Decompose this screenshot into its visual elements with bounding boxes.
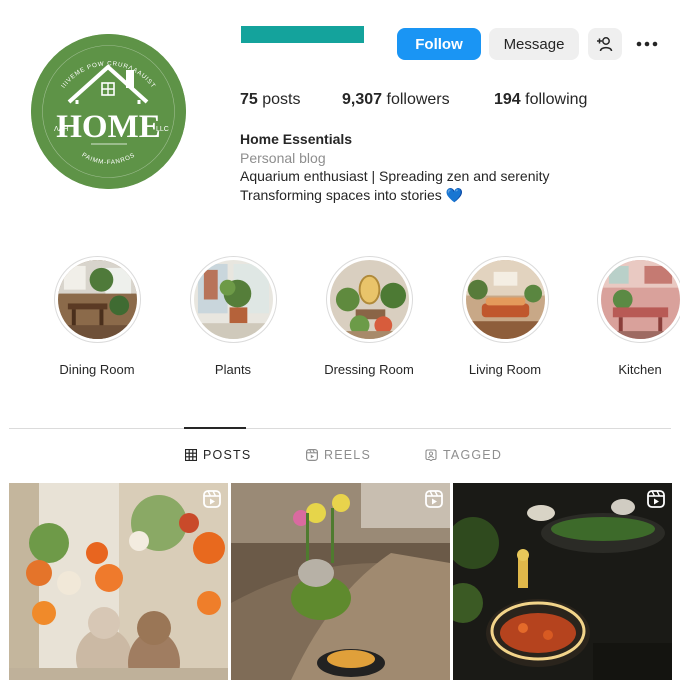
highlight-kitchen[interactable]: Kitchen bbox=[570, 256, 680, 377]
highlight-dressing-room[interactable]: Dressing Room bbox=[299, 256, 439, 377]
highlight-thumbnail bbox=[465, 260, 545, 339]
post-tile[interactable] bbox=[453, 483, 672, 680]
tagged-icon bbox=[425, 449, 437, 461]
profile-bio: Home Essentials Personal blog Aquarium e… bbox=[240, 130, 550, 204]
bio-line-2-text: Transforming spaces into stories bbox=[240, 186, 442, 203]
highlight-plants[interactable]: Plants bbox=[163, 256, 303, 377]
followers-label: followers bbox=[386, 91, 450, 108]
more-options-button[interactable] bbox=[630, 32, 664, 56]
highlight-dining-room[interactable]: Dining Room bbox=[27, 256, 167, 377]
grid-icon bbox=[185, 449, 197, 461]
highlight-label: Living Room bbox=[468, 362, 542, 377]
avatar-logo-text: HOME bbox=[56, 109, 161, 145]
post-tile[interactable] bbox=[231, 483, 450, 680]
tab-tagged-label: TAGGED bbox=[443, 448, 503, 462]
reel-badge-icon bbox=[203, 490, 221, 508]
avatar-side-left-text: ɅɅH bbox=[54, 126, 68, 133]
profile-name: Home Essentials bbox=[240, 131, 353, 147]
tab-reels-label: REELS bbox=[324, 448, 371, 462]
tabs-divider bbox=[9, 428, 671, 429]
reel-badge-icon bbox=[647, 490, 665, 508]
add-user-icon bbox=[597, 37, 613, 52]
posts-count: 75 bbox=[240, 91, 258, 108]
reel-badge-icon bbox=[425, 490, 443, 508]
profile-avatar[interactable]: HOME ɅɅH LLC IIIVEME POW CRURɅAAUIST PAI… bbox=[31, 34, 186, 189]
follow-button[interactable]: Follow bbox=[397, 28, 481, 60]
highlight-thumbnail bbox=[600, 260, 680, 339]
highlight-ring bbox=[461, 256, 549, 343]
reels-icon bbox=[306, 449, 318, 461]
highlight-thumbnail bbox=[193, 260, 273, 339]
posts-label: posts bbox=[262, 91, 301, 108]
post-image bbox=[9, 483, 228, 680]
posts-stat: 75 posts bbox=[240, 91, 301, 109]
username-redacted bbox=[241, 26, 364, 43]
active-tab-indicator bbox=[184, 427, 246, 429]
following-count: 194 bbox=[494, 91, 521, 108]
highlight-label: Kitchen bbox=[618, 362, 662, 377]
highlight-label: Dining Room bbox=[59, 362, 135, 377]
tab-tagged[interactable]: TAGGED bbox=[425, 448, 502, 462]
profile-category: Personal blog bbox=[240, 149, 326, 166]
more-options-icon bbox=[636, 41, 658, 47]
home-logo: HOME ɅɅH LLC IIIVEME POW CRURɅAAUIST PAI… bbox=[31, 34, 186, 189]
message-button[interactable]: Message bbox=[489, 28, 579, 60]
bio-line-2: Transforming spaces into stories 💙 bbox=[240, 186, 550, 205]
highlight-living-room[interactable]: Living Room bbox=[435, 256, 575, 377]
avatar-side-right-text: LLC bbox=[156, 126, 169, 133]
highlight-label: Plants bbox=[214, 362, 252, 377]
bio-line-1: Aquarium enthusiast | Spreading zen and … bbox=[240, 168, 550, 184]
profile-page: HOME ɅɅH LLC IIIVEME POW CRURɅAAUIST PAI… bbox=[0, 0, 680, 680]
post-image bbox=[453, 483, 672, 680]
followers-stat[interactable]: 9,307 followers bbox=[342, 91, 450, 109]
followers-count: 9,307 bbox=[342, 91, 383, 108]
highlight-ring bbox=[189, 256, 277, 343]
following-label: following bbox=[525, 91, 588, 108]
highlight-label: Dressing Room bbox=[324, 362, 414, 377]
post-tile[interactable] bbox=[9, 483, 228, 680]
following-stat[interactable]: 194 following bbox=[494, 91, 587, 109]
highlight-ring bbox=[325, 256, 413, 343]
tab-reels[interactable]: REELS bbox=[306, 448, 371, 462]
highlight-ring bbox=[596, 256, 680, 343]
highlight-thumbnail bbox=[57, 260, 137, 339]
highlight-ring bbox=[53, 256, 141, 343]
add-user-button[interactable] bbox=[588, 28, 622, 60]
highlight-thumbnail bbox=[329, 260, 409, 339]
tab-posts-label: POSTS bbox=[203, 448, 252, 462]
tab-posts[interactable]: POSTS bbox=[185, 448, 251, 462]
post-image bbox=[231, 483, 450, 680]
blue-heart-emoji: 💙 bbox=[445, 186, 464, 203]
